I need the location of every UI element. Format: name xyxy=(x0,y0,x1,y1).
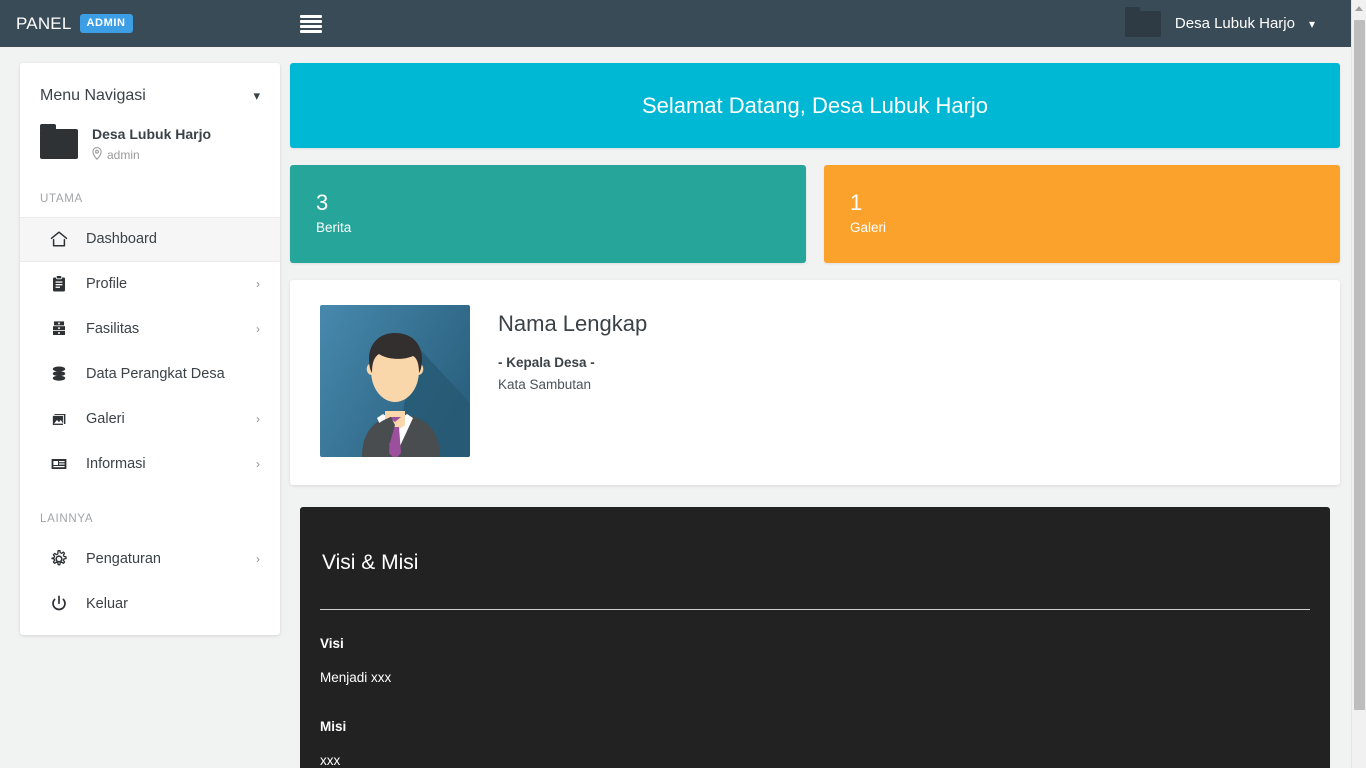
welcome-banner: Selamat Datang, Desa Lubuk Harjo xyxy=(290,63,1340,148)
chevron-right-icon: › xyxy=(256,412,260,427)
sidebar-item-data-perangkat-desa[interactable]: Data Perangkat Desa xyxy=(20,352,280,397)
clipboard-icon xyxy=(48,273,70,295)
chevron-down-icon: ▾ xyxy=(253,88,260,103)
kepala-desa-photo xyxy=(320,305,470,457)
page-scrollbar[interactable] xyxy=(1351,0,1366,768)
user-menu[interactable]: Desa Lubuk Harjo ▾ xyxy=(1124,6,1315,37)
sidebar-item-dashboard[interactable]: Dashboard xyxy=(20,216,280,262)
visi-misi-spacer xyxy=(320,685,1310,715)
sidebar-item-keluar[interactable]: Keluar xyxy=(20,582,280,627)
hamburger-bar xyxy=(300,19,322,23)
sidebar-item-label: Data Perangkat Desa xyxy=(86,366,225,383)
home-icon xyxy=(48,228,70,250)
hamburger-icon[interactable] xyxy=(300,14,322,33)
sidebar-item-label: Profile xyxy=(86,276,128,293)
sidebar-profile[interactable]: Desa Lubuk Harjo admin xyxy=(20,119,280,181)
sidebar-title: Menu Navigasi xyxy=(40,87,146,104)
database-icon xyxy=(48,363,70,385)
sidebar-item-label: Pengaturan xyxy=(86,551,161,568)
chevron-right-icon: › xyxy=(256,457,260,472)
chevron-right-icon: › xyxy=(256,552,260,567)
sidebar-item-label: Keluar xyxy=(86,596,128,613)
brand-text: PANEL xyxy=(16,13,72,33)
sidebar-item-label: Informasi xyxy=(86,456,146,473)
stats-row: 3 Berita 1 Galeri xyxy=(290,165,1340,263)
brand-logo[interactable]: PANEL ADMIN xyxy=(16,14,278,34)
brand-badge: ADMIN xyxy=(79,14,133,33)
sidebar-item-label: Dashboard xyxy=(86,231,157,248)
power-icon xyxy=(48,593,70,615)
chevron-right-icon: › xyxy=(256,277,260,292)
sidebar-item-label: Fasilitas xyxy=(86,321,140,338)
stat-number: 1 xyxy=(850,190,863,215)
building-icon xyxy=(48,318,70,340)
kepala-desa-info: Nama Lengkap - Kepala Desa - Kata Sambut… xyxy=(498,305,647,457)
photos-icon xyxy=(48,408,70,430)
visi-misi-section: Visi & Misi Visi Menjadi xxx Misi xxx xyxy=(300,507,1330,768)
location-pin-icon xyxy=(92,146,102,163)
scrollbar-thumb[interactable] xyxy=(1354,20,1365,710)
visi-misi-heading: Visi & Misi xyxy=(322,551,419,574)
hamburger-bar xyxy=(300,14,322,18)
sidebar-profile-role: admin xyxy=(107,147,140,162)
kepala-desa-greeting: Kata Sambutan xyxy=(498,377,592,392)
visi-label: Visi xyxy=(320,636,344,651)
hamburger-bar xyxy=(300,24,322,28)
sidebar-group-label-lainnya: LAINNYA xyxy=(40,512,94,525)
folder-placeholder-icon xyxy=(1124,6,1161,37)
newspaper-icon xyxy=(48,453,70,475)
top-header-bar: PANEL ADMIN Desa Lubuk Harjo ▾ xyxy=(0,0,1351,47)
kepala-desa-role: - Kepala Desa - xyxy=(498,355,595,370)
stat-card-berita[interactable]: 3 Berita xyxy=(290,165,806,263)
sidebar-item-profile[interactable]: Profile › xyxy=(20,262,280,307)
sidebar-group-label-utama: UTAMA xyxy=(40,192,83,205)
sidebar-item-galeri[interactable]: Galeri › xyxy=(20,397,280,442)
chevron-down-icon: ▾ xyxy=(1308,16,1315,31)
sidebar-profile-name: Desa Lubuk Harjo xyxy=(92,126,212,142)
stat-card-galeri[interactable]: 1 Galeri xyxy=(824,165,1340,263)
sidebar-item-informasi[interactable]: Informasi › xyxy=(20,442,280,487)
chevron-right-icon: › xyxy=(256,322,260,337)
gear-icon xyxy=(48,548,70,570)
kepala-desa-name: Nama Lengkap xyxy=(498,311,648,336)
sidebar-toggle-header[interactable]: Menu Navigasi ▾ xyxy=(20,63,280,119)
visi-misi-divider xyxy=(320,609,1310,610)
user-menu-label: Desa Lubuk Harjo xyxy=(1174,15,1295,32)
misi-label: Misi xyxy=(320,719,347,734)
scroll-up-arrow-icon[interactable] xyxy=(1352,0,1366,17)
stat-label: Berita xyxy=(316,219,352,235)
hamburger-bar xyxy=(300,29,322,33)
misi-text: xxx xyxy=(320,753,341,768)
sidebar-item-pengaturan[interactable]: Pengaturan › xyxy=(20,537,280,582)
sidebar-item-label: Galeri xyxy=(86,411,125,428)
stat-number: 3 xyxy=(316,190,329,215)
folder-placeholder-icon xyxy=(40,123,78,159)
app-viewport: PANEL ADMIN Desa Lubuk Harjo ▾ Menu Navi… xyxy=(0,0,1366,768)
visi-text: Menjadi xxx xyxy=(320,670,392,685)
kepala-desa-card: Nama Lengkap - Kepala Desa - Kata Sambut… xyxy=(290,280,1340,485)
sidebar: Menu Navigasi ▾ Desa Lubuk Harjo admin U… xyxy=(20,63,280,635)
sidebar-profile-role-row: admin xyxy=(92,146,211,163)
main-content: Selamat Datang, Desa Lubuk Harjo 3 Berit… xyxy=(290,63,1340,768)
sidebar-item-fasilitas[interactable]: Fasilitas › xyxy=(20,307,280,352)
stat-label: Galeri xyxy=(850,219,887,235)
